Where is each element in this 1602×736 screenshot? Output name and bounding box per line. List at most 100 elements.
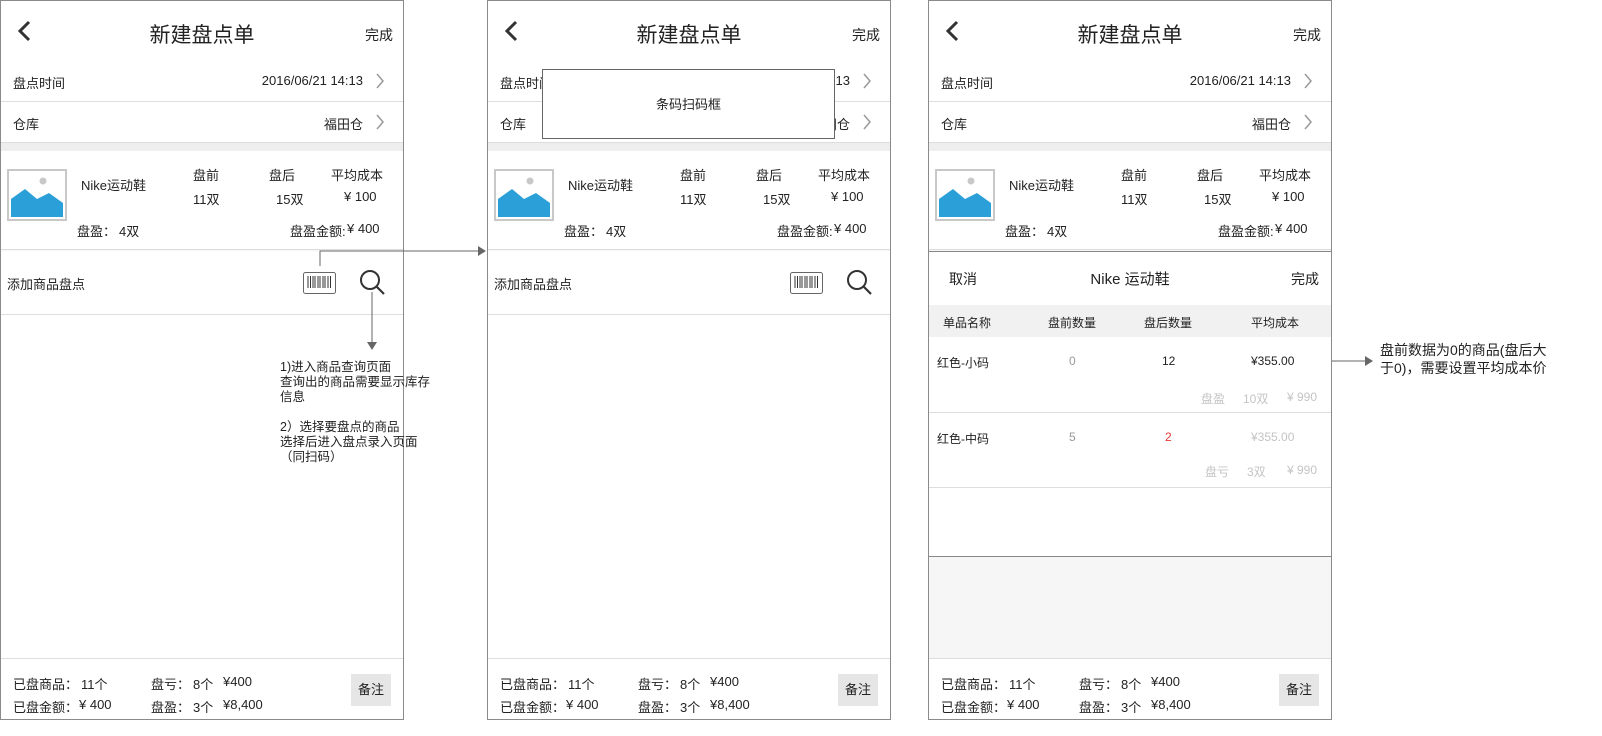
divider (488, 143, 890, 151)
gain-label: 盘盈： (638, 700, 678, 715)
time-value: 2016/06/21 14:13 (1189, 73, 1291, 88)
variant-sub-label: 盘亏 (1205, 465, 1230, 479)
variant-panel: 取消 Nike 运动鞋 完成 单品名称 盘前数量 盘后数量 平均成本 红色-小码… (929, 251, 1331, 557)
search-icon[interactable] (358, 268, 386, 296)
chevron-right-icon (376, 73, 384, 89)
warehouse-value: 福田仓 (323, 117, 363, 132)
cost-annotation: 盘前数据为0的商品(盘后大 于0)，需要设置平均成本价 (1380, 341, 1600, 377)
variant-sub-qty: 10双 (1243, 392, 1269, 406)
gain-amount: ¥8,400 (710, 697, 750, 712)
page-title: 新建盘点单 (149, 24, 255, 47)
done-button[interactable]: 完成 (1293, 25, 1321, 45)
panel-done-button[interactable]: 完成 (1291, 269, 1319, 289)
time-value: 2016/06/21 14:13 (261, 73, 363, 88)
before-value: 11双 (193, 192, 220, 207)
product-name: Nike运动鞋 (1009, 178, 1075, 193)
col-after-header: 盘后 (1197, 168, 1224, 183)
barcode-scan-icon[interactable] (303, 268, 336, 294)
note-button[interactable]: 备注 (1279, 674, 1319, 706)
col-before-header: 盘前 (680, 168, 707, 183)
loss-qty: 8个 (193, 677, 214, 692)
profit-amount-label: 盘盈金额: (1218, 224, 1274, 239)
summary-footer: 已盘商品： 11个 已盘金额： ¥ 400 盘亏： 8个 ¥400 盘盈： 3个… (929, 658, 1331, 719)
avg-value: ¥ 100 (344, 189, 377, 204)
loss-amount: ¥400 (1151, 674, 1180, 689)
note-button[interactable]: 备注 (351, 674, 391, 706)
header-after: 盘后数量 (1144, 316, 1193, 330)
loss-qty: 8个 (680, 677, 701, 692)
nav-header: 新建盘点单 完成 (929, 1, 1331, 62)
variant-cost-input[interactable]: ¥355.00 (1251, 354, 1294, 368)
variant-sub-qty: 3双 (1247, 465, 1266, 479)
note-button[interactable]: 备注 (838, 674, 878, 706)
nav-header: 新建盘点单 完成 (1, 1, 403, 62)
gain-qty: 3个 (1121, 700, 1142, 715)
time-row[interactable]: 盘点时间 2016/06/21 14:13 (1, 61, 403, 102)
annotation-line: 2）选择要盘点的商品 (280, 420, 400, 434)
chevron-right-icon (863, 114, 871, 130)
variant-row[interactable]: 红色-小码 0 12 ¥355.00 盘盈 10双 ¥ 990 (929, 337, 1331, 413)
profit-qty: 4双 (119, 224, 140, 239)
loss-label: 盘亏： (1079, 677, 1119, 692)
counted-label: 已盘商品： (941, 677, 1007, 692)
header-before: 盘前数量 (1048, 316, 1097, 330)
warehouse-row[interactable]: 仓库 福田仓 (929, 102, 1331, 143)
barcode-scan-frame: 条码扫码框 (542, 69, 835, 139)
annotation-line: 选择后进入盘点录入页面 (280, 435, 418, 449)
before-value: 11双 (1121, 192, 1148, 207)
time-row[interactable]: 盘点时间 2016/06/21 14:13 (929, 61, 1331, 102)
amount-label: 已盘金额： (13, 700, 79, 715)
divider (929, 143, 1331, 151)
col-avg-header: 平均成本 (331, 168, 384, 183)
product-name: Nike运动鞋 (81, 178, 147, 193)
amount-label: 已盘金额： (500, 700, 566, 715)
profit-label: 盘盈： (1005, 224, 1045, 239)
loss-label: 盘亏： (638, 677, 678, 692)
barcode-scan-icon[interactable] (790, 268, 823, 294)
loss-amount: ¥400 (223, 674, 252, 689)
phone-screen-2: 新建盘点单 完成 盘点时间 2016/06/21 14:13 仓库 福田仓 Ni… (487, 0, 891, 720)
profit-qty: 4双 (1047, 224, 1068, 239)
product-name: Nike运动鞋 (568, 178, 634, 193)
profit-amount: ¥ 400 (347, 221, 380, 236)
time-label: 盘点时间 (941, 76, 994, 91)
search-icon[interactable] (845, 268, 873, 296)
amount-value: ¥ 400 (1007, 697, 1040, 712)
gain-amount: ¥8,400 (1151, 697, 1191, 712)
done-button[interactable]: 完成 (365, 25, 393, 45)
product-card[interactable]: Nike运动鞋 盘前 盘后 平均成本 11双 15双 ¥ 100 盘盈： 4双 … (929, 151, 1331, 250)
warehouse-row[interactable]: 仓库 福田仓 (1, 102, 403, 143)
counted-value: 11个 (1009, 677, 1036, 692)
add-product-row: 添加商品盘点 (488, 251, 890, 315)
product-card[interactable]: Nike运动鞋 盘前 盘后 平均成本 11双 15双 ¥ 100 盘盈： 4双 … (488, 151, 890, 250)
page-title: 新建盘点单 (636, 24, 742, 47)
add-product-label: 添加商品盘点 (494, 277, 573, 292)
gain-label: 盘盈： (1079, 700, 1119, 715)
gain-qty: 3个 (680, 700, 701, 715)
after-value: 15双 (763, 192, 791, 207)
gain-amount: ¥8,400 (223, 697, 263, 712)
annotation-line: 于0)，需要设置平均成本价 (1380, 360, 1547, 376)
variant-cost-input[interactable]: ¥355.00 (1251, 430, 1294, 444)
variant-after-input[interactable]: 12 (1162, 354, 1175, 368)
annotation-line: 盘前数据为0的商品(盘后大 (1380, 342, 1547, 358)
profit-label: 盘盈： (77, 224, 117, 239)
product-image-icon (7, 169, 67, 221)
panel-title: Nike 运动鞋 (1090, 271, 1170, 288)
counted-value: 11个 (81, 677, 108, 692)
nav-header: 新建盘点单 完成 (488, 1, 890, 62)
empty-content-area (488, 315, 890, 658)
warehouse-label: 仓库 (941, 117, 968, 132)
done-button[interactable]: 完成 (852, 25, 880, 45)
variant-row[interactable]: 红色-中码 5 2 ¥355.00 盘亏 3双 ¥ 990 (929, 413, 1331, 488)
variant-after-input[interactable]: 2 (1165, 430, 1172, 444)
variant-before: 0 (1069, 354, 1076, 368)
profit-amount-label: 盘盈金额: (290, 224, 346, 239)
product-card[interactable]: Nike运动鞋 盘前 盘后 平均成本 11双 15双 ¥ 100 盘盈： 4双 … (1, 151, 403, 250)
amount-value: ¥ 400 (566, 697, 599, 712)
chevron-right-icon (1304, 114, 1312, 130)
page-title: 新建盘点单 (1077, 24, 1183, 47)
col-avg-header: 平均成本 (1259, 168, 1312, 183)
divider (1, 143, 403, 151)
warehouse-label: 仓库 (13, 117, 40, 132)
